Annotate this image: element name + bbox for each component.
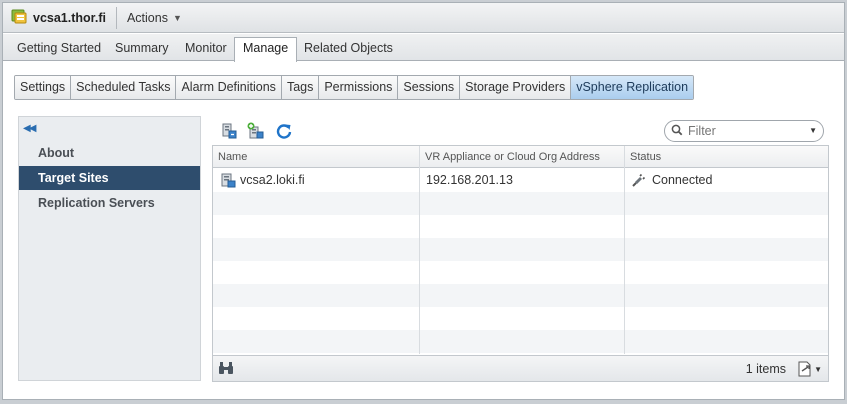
vcenter-server-icon — [11, 8, 27, 27]
column-divider — [624, 146, 625, 354]
empty-row — [213, 284, 828, 307]
object-header: vcsa1.thor.fi Actions ▼ — [3, 3, 844, 33]
grid-header: Name VR Appliance or Cloud Org Address S… — [213, 146, 828, 168]
item-count: 1 items — [745, 362, 786, 376]
connect-site-icon[interactable] — [220, 122, 238, 140]
subtab-sessions[interactable]: Sessions — [398, 76, 461, 99]
nav-item-target-sites[interactable]: Target Sites — [19, 166, 200, 190]
chevron-down-icon: ▼ — [172, 12, 182, 23]
empty-row — [213, 192, 828, 215]
tab-manage[interactable]: Manage — [234, 37, 298, 62]
empty-row — [213, 215, 828, 238]
subtab-permissions[interactable]: Permissions — [319, 76, 399, 99]
main-window: vcsa1.thor.fi Actions ▼ Getting Started … — [2, 2, 845, 400]
actions-menu[interactable]: Actions ▼ — [127, 11, 182, 25]
connected-plug-icon — [630, 173, 646, 189]
main-tab-bar: Getting Started Summary Monitor Manage R… — [3, 34, 844, 62]
subtab-scheduled-tasks[interactable]: Scheduled Tasks — [71, 76, 177, 99]
nav-item-about[interactable]: About — [19, 141, 200, 165]
subtab-settings[interactable]: Settings — [15, 76, 72, 99]
collapse-panel-icon[interactable]: ◀◀ — [23, 123, 36, 134]
subtab-alarm-definitions[interactable]: Alarm Definitions — [176, 76, 282, 99]
subtab-tags[interactable]: Tags — [281, 76, 320, 99]
tab-getting-started[interactable]: Getting Started — [17, 38, 101, 61]
empty-row — [213, 330, 828, 353]
site-icon — [221, 173, 236, 189]
header-divider — [115, 6, 117, 29]
empty-row — [213, 261, 828, 284]
filter-input[interactable] — [688, 124, 798, 138]
chevron-down-icon[interactable]: ▼ — [809, 126, 817, 135]
tab-related-objects[interactable]: Related Objects — [304, 38, 393, 61]
object-title-area: vcsa1.thor.fi — [3, 3, 106, 32]
table-row[interactable]: vcsa2.loki.fi 192.168.201.13 Connected — [213, 169, 828, 192]
filter-box[interactable]: ▼ — [664, 120, 824, 142]
target-sites-grid: Name VR Appliance or Cloud Org Address S… — [212, 145, 829, 382]
empty-row — [213, 238, 828, 261]
actions-label: Actions — [126, 10, 168, 25]
column-divider — [419, 146, 420, 354]
empty-row — [213, 307, 828, 330]
site-name[interactable]: vcsa2.loki.fi — [240, 169, 305, 192]
grid-footer: 1 items ▼ — [213, 355, 828, 381]
site-address: 192.168.201.13 — [426, 173, 513, 187]
add-site-icon[interactable] — [246, 122, 264, 140]
nav-item-replication-servers[interactable]: Replication Servers — [19, 191, 200, 215]
left-nav-panel: ◀◀ About Target Sites Replication Server… — [18, 116, 201, 381]
object-title: vcsa1.thor.fi — [33, 10, 106, 25]
column-header-status[interactable]: Status — [625, 146, 825, 168]
subtab-bar: Settings Scheduled Tasks Alarm Definitio… — [14, 75, 695, 100]
site-status: Connected — [652, 173, 713, 187]
refresh-icon[interactable] — [275, 122, 293, 140]
subtab-storage-providers[interactable]: Storage Providers — [460, 76, 572, 99]
binoculars-icon[interactable] — [218, 361, 234, 378]
column-header-name[interactable]: Name — [213, 146, 419, 168]
tab-summary[interactable]: Summary — [115, 38, 168, 61]
search-icon — [671, 124, 683, 139]
export-icon[interactable]: ▼ — [798, 361, 822, 377]
tab-monitor[interactable]: Monitor — [185, 38, 227, 61]
subtab-vsphere-replication[interactable]: vSphere Replication — [571, 76, 694, 99]
column-header-address[interactable]: VR Appliance or Cloud Org Address — [420, 146, 624, 168]
